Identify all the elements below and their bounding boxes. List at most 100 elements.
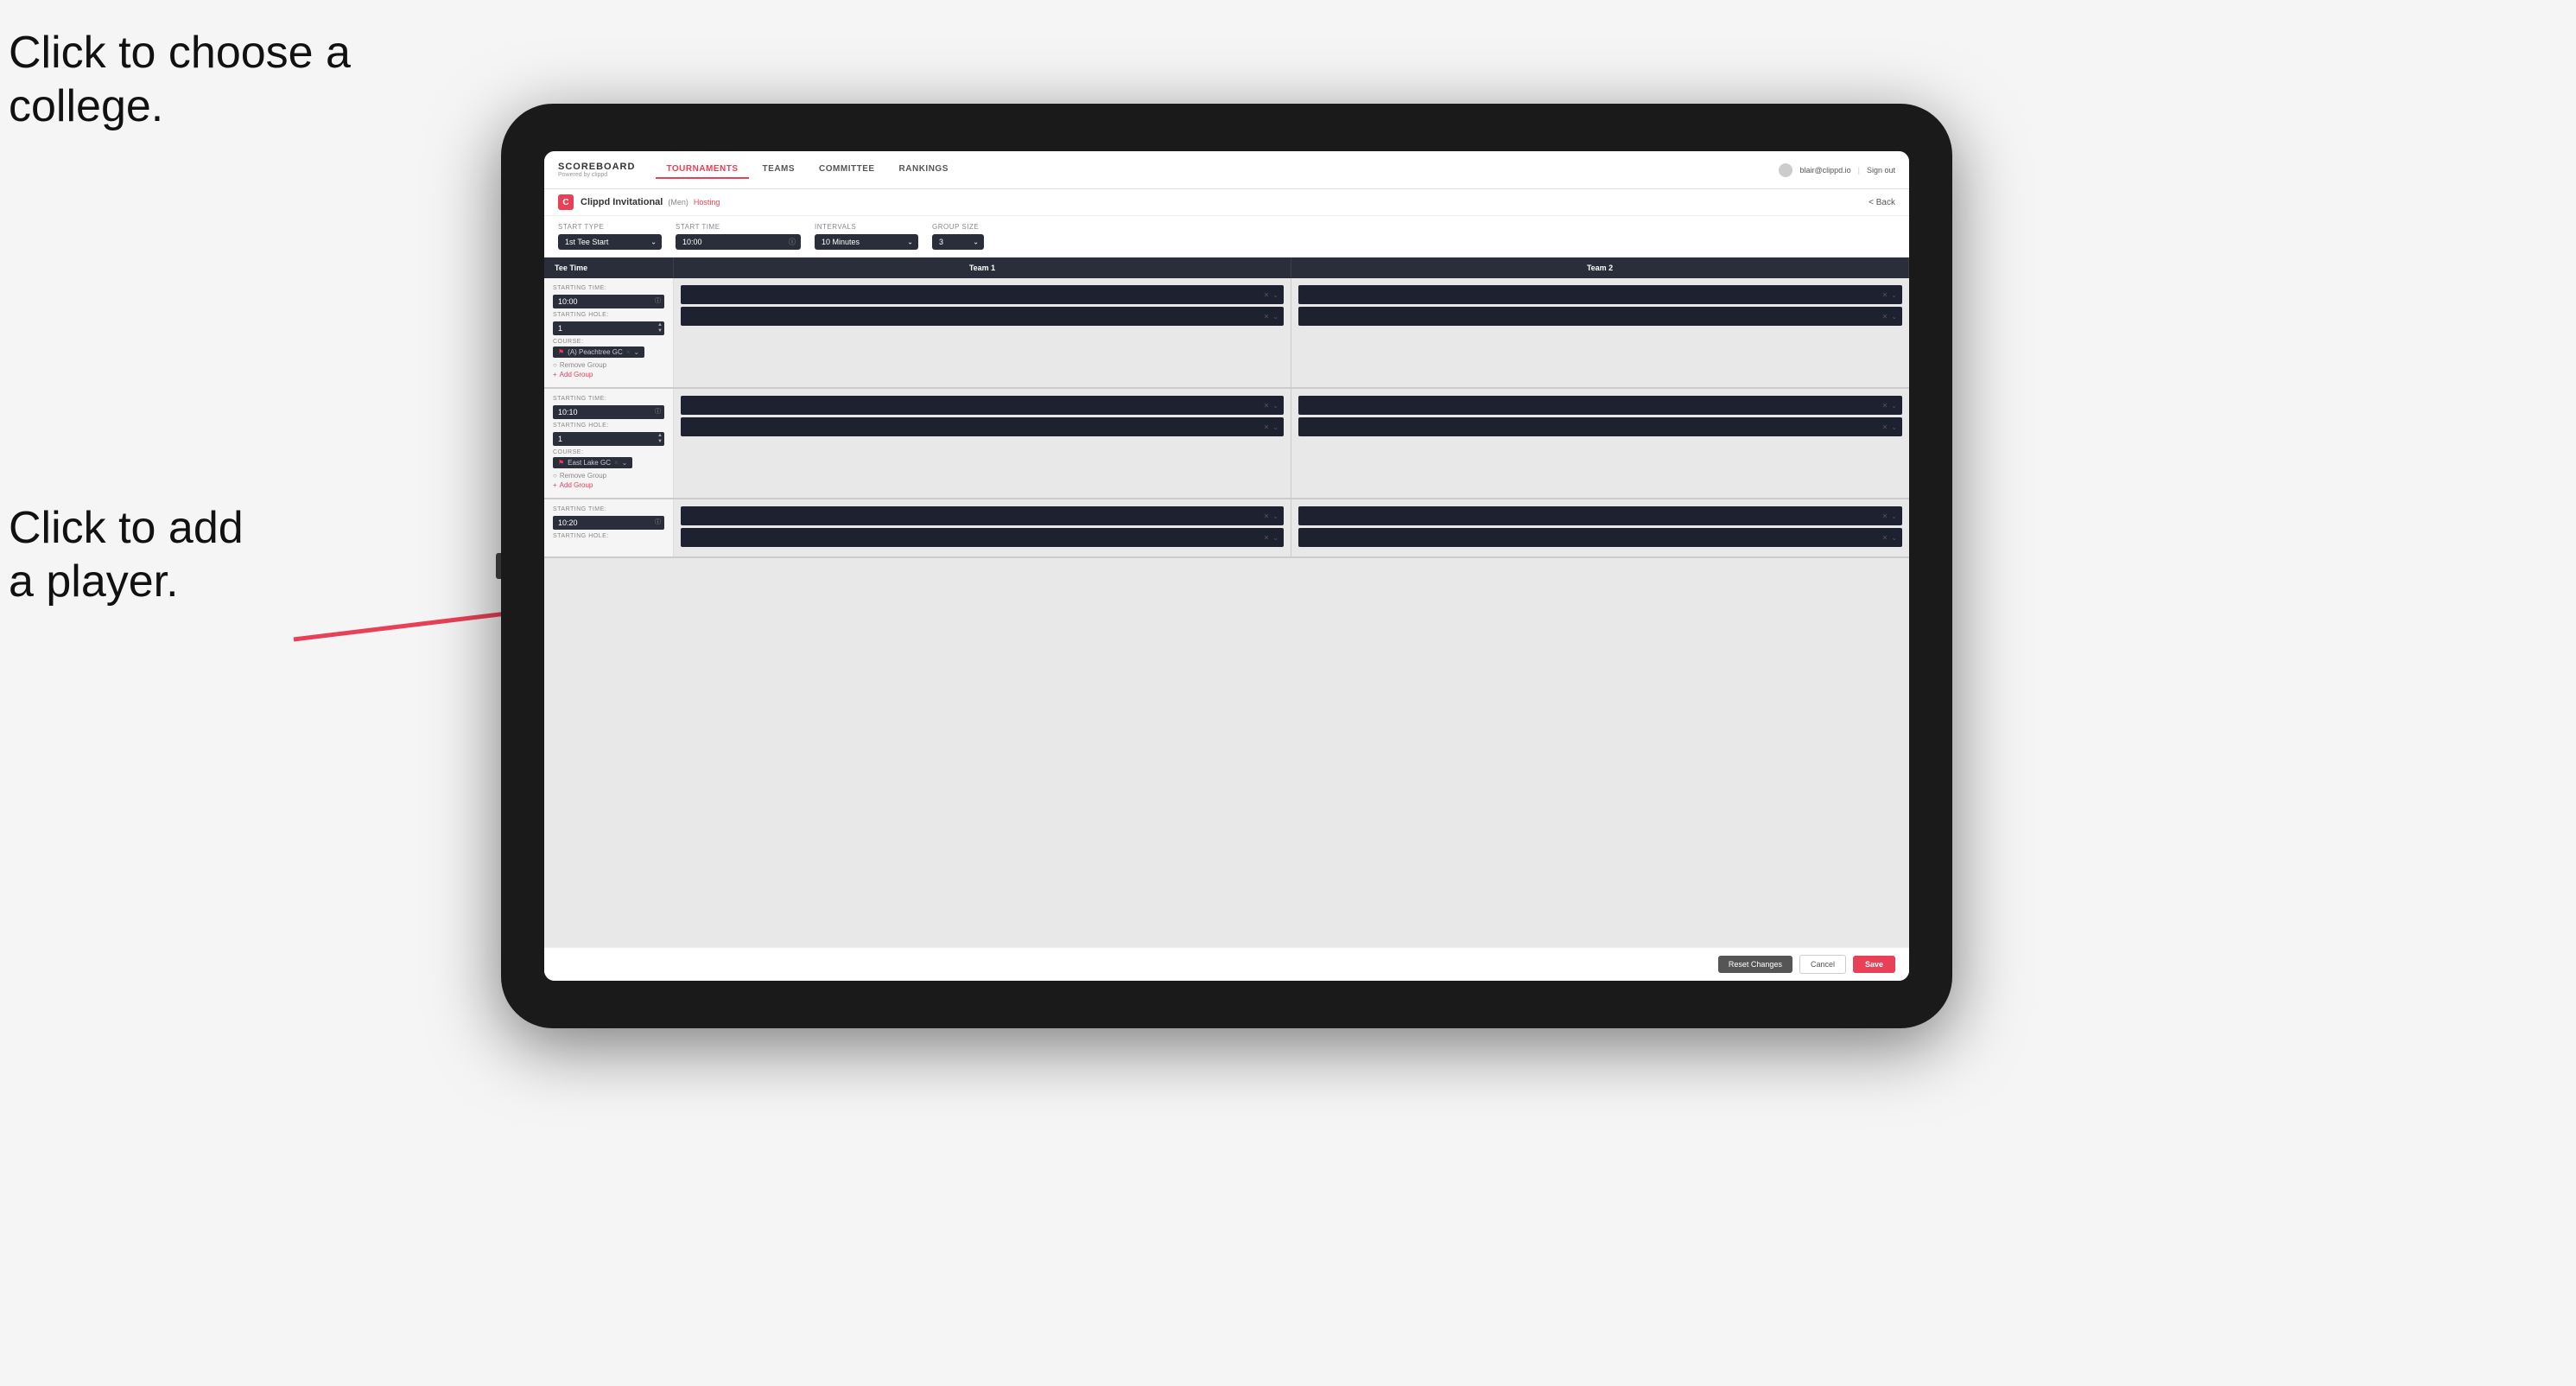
cancel-button[interactable]: Cancel [1799, 955, 1846, 974]
course-icon-2: ⚑ [558, 459, 564, 467]
nav-right: blair@clippd.io | Sign out [1779, 163, 1895, 177]
starting-time-wrapper-1: ⓘ [553, 293, 664, 308]
player-slot-icon-chevron-3-2[interactable]: ⌄ [1272, 534, 1278, 542]
annotation-2-line2: a player. [9, 555, 244, 608]
hole-stepper-up-2[interactable]: ▲ [657, 433, 663, 438]
starting-hole-wrapper-1: ▲ ▼ [553, 320, 664, 335]
player-slot-icon-chevron-3-1[interactable]: ⌄ [1272, 512, 1278, 520]
start-time-input[interactable] [676, 234, 801, 250]
group-2-left: STARTING TIME: ⓘ STARTING HOLE: ▲ ▼ COUR… [544, 389, 674, 498]
group-size-group: Group Size 3 4 2 [932, 223, 984, 250]
starting-time-wrapper-2: ⓘ [553, 404, 664, 419]
nav-tabs: TOURNAMENTS TEAMS COMMITTEE RANKINGS [656, 161, 1779, 179]
remove-group-label-2: Remove Group [560, 472, 606, 480]
starting-time-input-2[interactable] [553, 405, 664, 419]
user-email: blair@clippd.io [1799, 166, 1850, 175]
course-expand-1[interactable]: ⌄ [633, 348, 639, 356]
logo-letter: C [562, 198, 568, 207]
player-slot-icon-x-3-3[interactable]: ✕ [1882, 512, 1888, 520]
course-expand-2[interactable]: ⌄ [622, 459, 628, 467]
player-slot-3-1[interactable]: ✕ ⌄ [681, 506, 1284, 525]
player-slot-icon-chevron-2-4[interactable]: ⌄ [1891, 423, 1897, 431]
back-button[interactable]: < Back [1869, 198, 1895, 207]
course-separator-1: × [626, 348, 631, 356]
player-slot-icon-chevron-2-1[interactable]: ⌄ [1272, 402, 1278, 410]
player-slot-2-3[interactable]: ✕ ⌄ [1298, 396, 1902, 415]
player-slot-icon-x-1-2[interactable]: ✕ [1264, 313, 1270, 321]
add-group-icon-1: + [553, 371, 557, 378]
starting-hole-input-2[interactable] [553, 432, 664, 446]
group-2-team2: ✕ ⌄ ✕ ⌄ [1291, 389, 1909, 498]
group-1-left: STARTING TIME: ⓘ STARTING HOLE: ▲ ▼ COUR… [544, 278, 674, 387]
avatar [1779, 163, 1792, 177]
starting-hole-input-1[interactable] [553, 321, 664, 335]
table-body: STARTING TIME: ⓘ STARTING HOLE: ▲ ▼ COUR… [544, 278, 1909, 947]
player-slot-1-4[interactable]: ✕ ⌄ [1298, 307, 1902, 326]
start-type-group: Start Type 1st Tee Start Shotgun Start [558, 223, 662, 250]
tournament-title: Clippd Invitational [581, 197, 663, 207]
start-time-group: Start Time ⓘ [676, 223, 801, 250]
starting-time-input-3[interactable] [553, 516, 664, 530]
player-slot-icon-chevron-2-3[interactable]: ⌄ [1891, 402, 1897, 410]
starting-time-input-1[interactable] [553, 295, 664, 308]
player-slot-icon-x-2-2[interactable]: ✕ [1264, 423, 1270, 431]
add-group-1[interactable]: + Add Group [553, 371, 664, 378]
course-tag-1[interactable]: ⚑ (A) Peachtree GC × ⌄ [553, 346, 644, 358]
remove-group-1[interactable]: ○ Remove Group [553, 361, 664, 369]
player-slot-icon-x-1-3[interactable]: ✕ [1882, 291, 1888, 299]
course-tag-2[interactable]: ⚑ East Lake GC × ⌄ [553, 457, 632, 468]
player-slot-icon-x-1-4[interactable]: ✕ [1882, 313, 1888, 321]
hole-stepper-1: ▲ ▼ [657, 320, 663, 335]
player-slot-1-2[interactable]: ✕ ⌄ [681, 307, 1284, 326]
player-slot-1-1[interactable]: ✕ ⌄ [681, 285, 1284, 304]
player-slot-3-2[interactable]: ✕ ⌄ [681, 528, 1284, 547]
player-slot-icon-x-2-4[interactable]: ✕ [1882, 423, 1888, 431]
tab-rankings[interactable]: RANKINGS [889, 161, 959, 179]
course-separator-2: × [614, 459, 619, 467]
player-slot-icon-chevron-1-4[interactable]: ⌄ [1891, 313, 1897, 321]
player-slot-3-3[interactable]: ✕ ⌄ [1298, 506, 1902, 525]
start-time-label: Start Time [676, 223, 801, 231]
reset-changes-button[interactable]: Reset Changes [1718, 956, 1792, 973]
player-slot-2-2[interactable]: ✕ ⌄ [681, 417, 1284, 436]
course-label-2: COURSE: [553, 449, 664, 455]
player-slot-icon-x-3-2[interactable]: ✕ [1264, 534, 1270, 542]
starting-hole-label-3: STARTING HOLE: [553, 533, 664, 539]
tab-committee[interactable]: COMMITTEE [809, 161, 885, 179]
tab-tournaments[interactable]: TOURNAMENTS [656, 161, 748, 179]
save-button[interactable]: Save [1853, 956, 1895, 973]
group-size-select-wrapper: 3 4 2 [932, 233, 984, 250]
player-slot-2-1[interactable]: ✕ ⌄ [681, 396, 1284, 415]
player-slot-icon-x-2-1[interactable]: ✕ [1264, 402, 1270, 410]
group-row-3: STARTING TIME: ⓘ STARTING HOLE: ✕ ⌄ ✕ ⌄ [544, 499, 1909, 558]
player-slot-icon-x-3-1[interactable]: ✕ [1264, 512, 1270, 520]
tab-teams[interactable]: TEAMS [752, 161, 806, 179]
player-slot-3-4[interactable]: ✕ ⌄ [1298, 528, 1902, 547]
player-slot-icon-chevron-1-3[interactable]: ⌄ [1891, 291, 1897, 299]
player-slot-1-3[interactable]: ✕ ⌄ [1298, 285, 1902, 304]
add-group-2[interactable]: + Add Group [553, 481, 664, 489]
group-size-label: Group Size [932, 223, 984, 231]
player-slot-icon-x-3-4[interactable]: ✕ [1882, 534, 1888, 542]
hole-stepper-down-2[interactable]: ▼ [657, 439, 663, 444]
start-type-select[interactable]: 1st Tee Start Shotgun Start [558, 234, 662, 250]
course-name-1: (A) Peachtree GC [568, 348, 623, 356]
player-slot-icon-chevron-3-4[interactable]: ⌄ [1891, 534, 1897, 542]
nav-logo: SCOREBOARD Powered by clippd [558, 162, 635, 178]
tournament-badge: (Men) [668, 198, 688, 207]
player-slot-icon-x-2-3[interactable]: ✕ [1882, 402, 1888, 410]
course-icon-1: ⚑ [558, 348, 564, 356]
group-size-select[interactable]: 3 4 2 [932, 234, 984, 250]
intervals-select[interactable]: 10 Minutes 8 Minutes 12 Minutes [815, 234, 918, 250]
player-slot-icon-chevron-1-2[interactable]: ⌄ [1272, 313, 1278, 321]
player-slot-icon-x-1-1[interactable]: ✕ [1264, 291, 1270, 299]
player-slot-2-4[interactable]: ✕ ⌄ [1298, 417, 1902, 436]
player-slot-icon-chevron-1-1[interactable]: ⌄ [1272, 291, 1278, 299]
hole-stepper-down-1[interactable]: ▼ [657, 328, 663, 334]
remove-group-2[interactable]: ○ Remove Group [553, 472, 664, 480]
player-slot-icon-chevron-3-3[interactable]: ⌄ [1891, 512, 1897, 520]
sign-out-link[interactable]: Sign out [1867, 166, 1895, 175]
player-slot-icon-chevron-2-2[interactable]: ⌄ [1272, 423, 1278, 431]
hole-stepper-up-1[interactable]: ▲ [657, 322, 663, 327]
starting-time-info-icon-1: ⓘ [655, 296, 661, 305]
